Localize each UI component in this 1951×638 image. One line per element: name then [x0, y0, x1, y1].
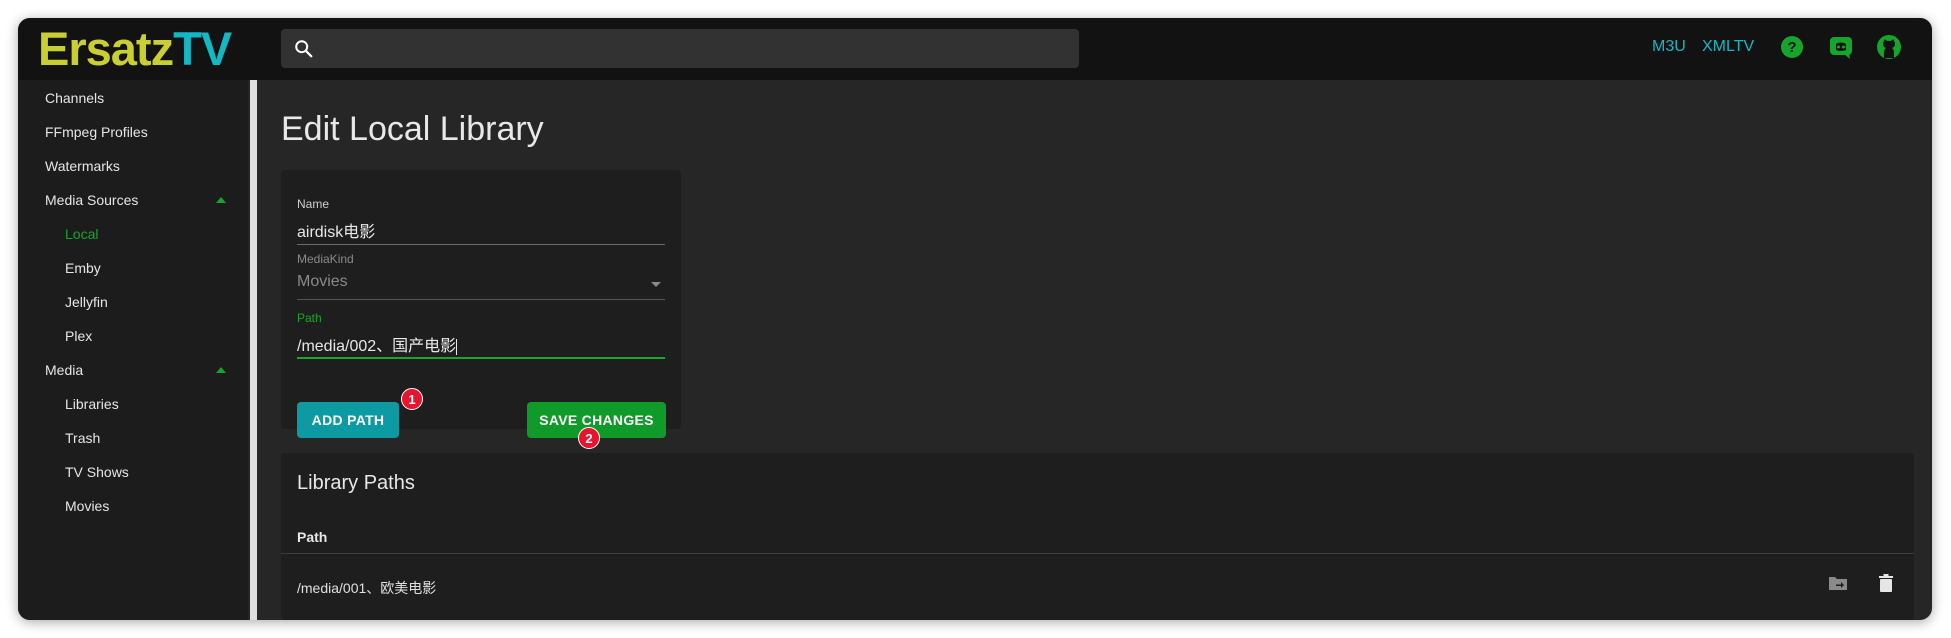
text-cursor	[456, 338, 458, 355]
annotation-badge-1: 1	[401, 388, 423, 410]
mediakind-underline	[297, 299, 665, 300]
sidebar-group-media[interactable]: Media	[45, 362, 83, 378]
sidebar-item-watermarks[interactable]: Watermarks	[45, 158, 120, 174]
chevron-up-icon[interactable]	[216, 367, 226, 373]
m3u-link[interactable]: M3U	[1652, 38, 1686, 56]
library-paths-title: Library Paths	[297, 472, 415, 494]
sidebar-item-jellyfin[interactable]: Jellyfin	[65, 294, 108, 310]
name-field-underline	[297, 244, 665, 245]
path-field-value: /media/002、国产电影	[297, 338, 457, 355]
path-field-label: Path	[297, 311, 322, 325]
chevron-up-icon[interactable]	[216, 197, 226, 203]
app-window: ErsatzTV M3U XMLTV ? Channels FFmpeg Pro…	[18, 18, 1932, 620]
path-field-underline	[297, 357, 665, 359]
sidebar-scrollbar[interactable]	[250, 80, 257, 620]
search-icon	[295, 40, 313, 58]
sidebar-item-tv-shows[interactable]: TV Shows	[65, 464, 129, 480]
name-field-label: Name	[297, 197, 330, 211]
sidebar-item-movies[interactable]: Movies	[65, 498, 109, 514]
path-field[interactable]: /media/002、国产电影	[297, 332, 458, 356]
mediakind-select[interactable]: Movies	[297, 273, 348, 291]
table-header-divider	[281, 553, 1914, 554]
discord-icon[interactable]	[1827, 33, 1855, 61]
path-cell: /media/001、欧美电影	[297, 580, 437, 596]
library-form-card: Name airdisk电影 MediaKind Movies Path /me…	[281, 170, 681, 438]
add-path-button[interactable]: ADD PATH	[297, 402, 399, 438]
sidebar-group-media-sources[interactable]: Media Sources	[45, 192, 138, 208]
app-bar: ErsatzTV M3U XMLTV ?	[18, 18, 1932, 80]
sidebar: Channels FFmpeg Profiles Watermarks Medi…	[18, 80, 248, 620]
mediakind-field-label: MediaKind	[297, 252, 354, 266]
sidebar-item-ffmpeg-profiles[interactable]: FFmpeg Profiles	[45, 124, 148, 140]
sidebar-item-channels[interactable]: Channels	[45, 90, 104, 106]
logo-text-ersatz: Ersatz	[38, 22, 174, 75]
name-field[interactable]: airdisk电影	[297, 218, 375, 242]
caret-down-icon[interactable]	[651, 282, 661, 287]
library-paths-card: Library Paths Path /media/001、欧美电影	[281, 453, 1914, 620]
svg-text:?: ?	[1787, 39, 1796, 56]
sidebar-item-libraries[interactable]: Libraries	[65, 396, 119, 412]
sidebar-item-emby[interactable]: Emby	[65, 260, 101, 276]
path-column-header[interactable]: Path	[297, 529, 327, 545]
github-icon[interactable]	[1875, 33, 1903, 61]
xmltv-link[interactable]: XMLTV	[1702, 38, 1754, 56]
sidebar-item-trash[interactable]: Trash	[65, 430, 100, 446]
app-logo[interactable]: ErsatzTV	[38, 22, 232, 76]
help-icon[interactable]: ?	[1778, 33, 1806, 61]
sidebar-item-plex[interactable]: Plex	[65, 328, 92, 344]
annotation-badge-2: 2	[578, 427, 600, 449]
delete-icon[interactable]	[1874, 571, 1898, 595]
logo-text-tv: TV	[173, 22, 232, 75]
folder-move-icon[interactable]	[1826, 571, 1850, 595]
search-input[interactable]	[281, 29, 1079, 68]
page-title: Edit Local Library	[281, 110, 544, 148]
sidebar-item-local[interactable]: Local	[65, 226, 98, 242]
